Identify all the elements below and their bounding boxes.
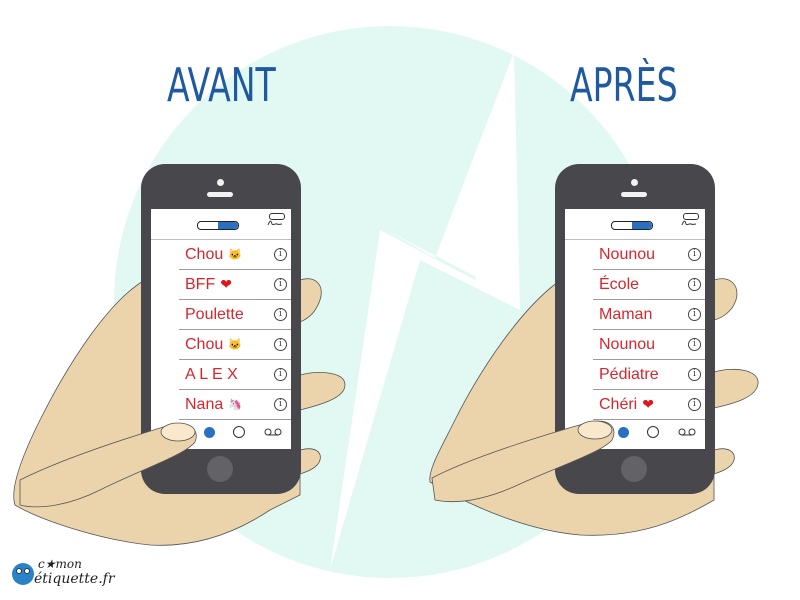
segment-selected <box>632 222 652 229</box>
heart-emoji-icon: ❤ <box>642 396 654 412</box>
contact-name: Nounou <box>599 245 656 263</box>
contact-row[interactable]: BFF ❤ i <box>179 270 291 300</box>
contact-name: BFF <box>185 275 216 293</box>
clock-icon[interactable] <box>618 427 629 438</box>
headset-icon[interactable] <box>647 426 659 438</box>
contact-name: École <box>599 275 640 293</box>
contact-name: Chou <box>185 335 224 353</box>
phone-before: Chou 🐱 i BFF ❤ i Poulette i Chou 🐱 i A L… <box>141 164 301 494</box>
contact-name: A L E X <box>185 365 238 383</box>
logo-text-top: c★mon <box>38 557 82 571</box>
info-icon[interactable]: i <box>274 398 287 411</box>
contact-row[interactable]: Chou 🐱 i <box>179 240 291 270</box>
mascot-glasses-icon <box>16 568 30 574</box>
segmented-control[interactable] <box>611 221 653 230</box>
brand-logo[interactable]: c★mon étiquette.fr <box>8 555 115 591</box>
contact-name: Pédiatre <box>599 365 659 383</box>
contact-row[interactable]: Pédiatre i <box>593 360 705 390</box>
home-button[interactable] <box>621 456 647 482</box>
info-icon[interactable]: i <box>274 248 287 261</box>
phone-screen: Nounou i École i Maman i Nounou i Pédiat… <box>565 209 705 449</box>
contact-row[interactable]: Nounou i <box>593 330 705 360</box>
logo-mascot <box>12 563 34 585</box>
contact-name: Nounou <box>599 335 656 353</box>
camera-dot <box>631 179 638 186</box>
status-bar <box>151 209 291 240</box>
cat-emoji-icon: 🐱 <box>228 339 242 351</box>
clock-icon[interactable] <box>204 427 215 438</box>
segment-selected <box>218 222 238 229</box>
contact-row[interactable]: École i <box>593 270 705 300</box>
contact-row[interactable]: Maman i <box>593 300 705 330</box>
info-icon[interactable]: i <box>274 278 287 291</box>
phone-screen: Chou 🐱 i BFF ❤ i Poulette i Chou 🐱 i A L… <box>151 209 291 449</box>
info-icon[interactable]: i <box>274 368 287 381</box>
camera-dot <box>217 179 224 186</box>
heading-before: AVANT <box>167 58 276 112</box>
info-icon[interactable]: i <box>688 308 701 321</box>
contact-row[interactable]: Chou 🐱 i <box>179 330 291 360</box>
logo-text: étiquette.fr <box>34 571 115 587</box>
contact-row[interactable]: A L E X i <box>179 360 291 390</box>
tab-bar <box>151 415 291 449</box>
voicemail-icon[interactable] <box>263 427 283 437</box>
contact-list: Nounou i École i Maman i Nounou i Pédiat… <box>565 240 705 420</box>
contact-name: Chou <box>185 245 224 263</box>
info-icon[interactable]: i <box>688 248 701 261</box>
contact-row[interactable]: Nounou i <box>593 240 705 270</box>
signal-wave-icon <box>267 220 283 226</box>
heading-after: APRÈS <box>570 58 678 112</box>
headset-icon[interactable] <box>233 426 245 438</box>
contact-name: Nana <box>185 395 224 413</box>
info-icon[interactable]: i <box>688 368 701 381</box>
speaker-grill <box>621 192 647 197</box>
heart-emoji-icon: ❤ <box>220 276 232 292</box>
contact-name: Chéri <box>599 395 638 413</box>
contact-list: Chou 🐱 i BFF ❤ i Poulette i Chou 🐱 i A L… <box>151 240 291 420</box>
info-icon[interactable]: i <box>274 338 287 351</box>
phone-after: Nounou i École i Maman i Nounou i Pédiat… <box>555 164 715 494</box>
unicorn-emoji-icon: 🦄 <box>228 399 242 411</box>
info-icon[interactable]: i <box>688 278 701 291</box>
voicemail-icon[interactable] <box>677 427 697 437</box>
status-bar <box>565 209 705 240</box>
tab-bar <box>565 415 705 449</box>
info-icon[interactable]: i <box>688 338 701 351</box>
signal-wave-icon <box>681 220 697 226</box>
contact-name: Poulette <box>185 305 244 323</box>
contact-name: Maman <box>599 305 653 323</box>
segmented-control[interactable] <box>197 221 239 230</box>
home-button[interactable] <box>207 456 233 482</box>
contact-row[interactable]: Poulette i <box>179 300 291 330</box>
info-icon[interactable]: i <box>274 308 287 321</box>
cat-emoji-icon: 🐱 <box>228 249 242 261</box>
speaker-grill <box>207 192 233 197</box>
info-icon[interactable]: i <box>688 398 701 411</box>
